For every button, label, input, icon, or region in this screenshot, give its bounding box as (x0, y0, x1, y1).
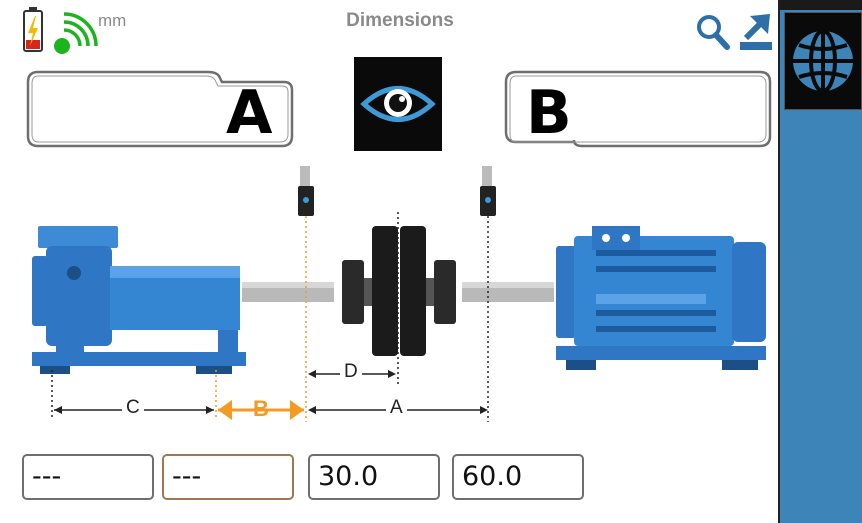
sidebar-top-strip (780, 0, 862, 10)
wireless-signal-icon (50, 8, 100, 61)
eye-icon[interactable] (354, 57, 442, 156)
dimension-c-label: C (122, 397, 144, 419)
main-panel: mm Dimensions A B D C B A --- --- 30.0 6… (0, 0, 780, 523)
page-title: Dimensions (346, 10, 454, 31)
dimension-c-field[interactable]: --- (22, 454, 154, 500)
globe-button[interactable] (784, 12, 862, 110)
sidebar (780, 0, 862, 523)
export-icon[interactable] (738, 12, 774, 57)
unit-label: mm (98, 11, 127, 30)
motor-icon (556, 226, 766, 370)
dimension-d-label: D (340, 361, 362, 383)
dimension-b-field[interactable]: --- (162, 454, 294, 500)
machine-b-label: B (526, 78, 572, 148)
search-icon[interactable] (696, 14, 730, 55)
dimension-a-field[interactable]: 60.0 (452, 454, 584, 500)
pump-icon (32, 226, 246, 374)
globe-icon (793, 29, 853, 93)
dimension-a-label: A (386, 397, 407, 419)
machine-a-label: A (226, 78, 273, 148)
dimension-b-label: B (253, 396, 269, 421)
battery-charging-icon (22, 6, 44, 59)
dimension-d-field[interactable]: 30.0 (308, 454, 440, 500)
dimensions-screen: mm Dimensions A B D C B A --- --- 30.0 6… (0, 0, 862, 523)
